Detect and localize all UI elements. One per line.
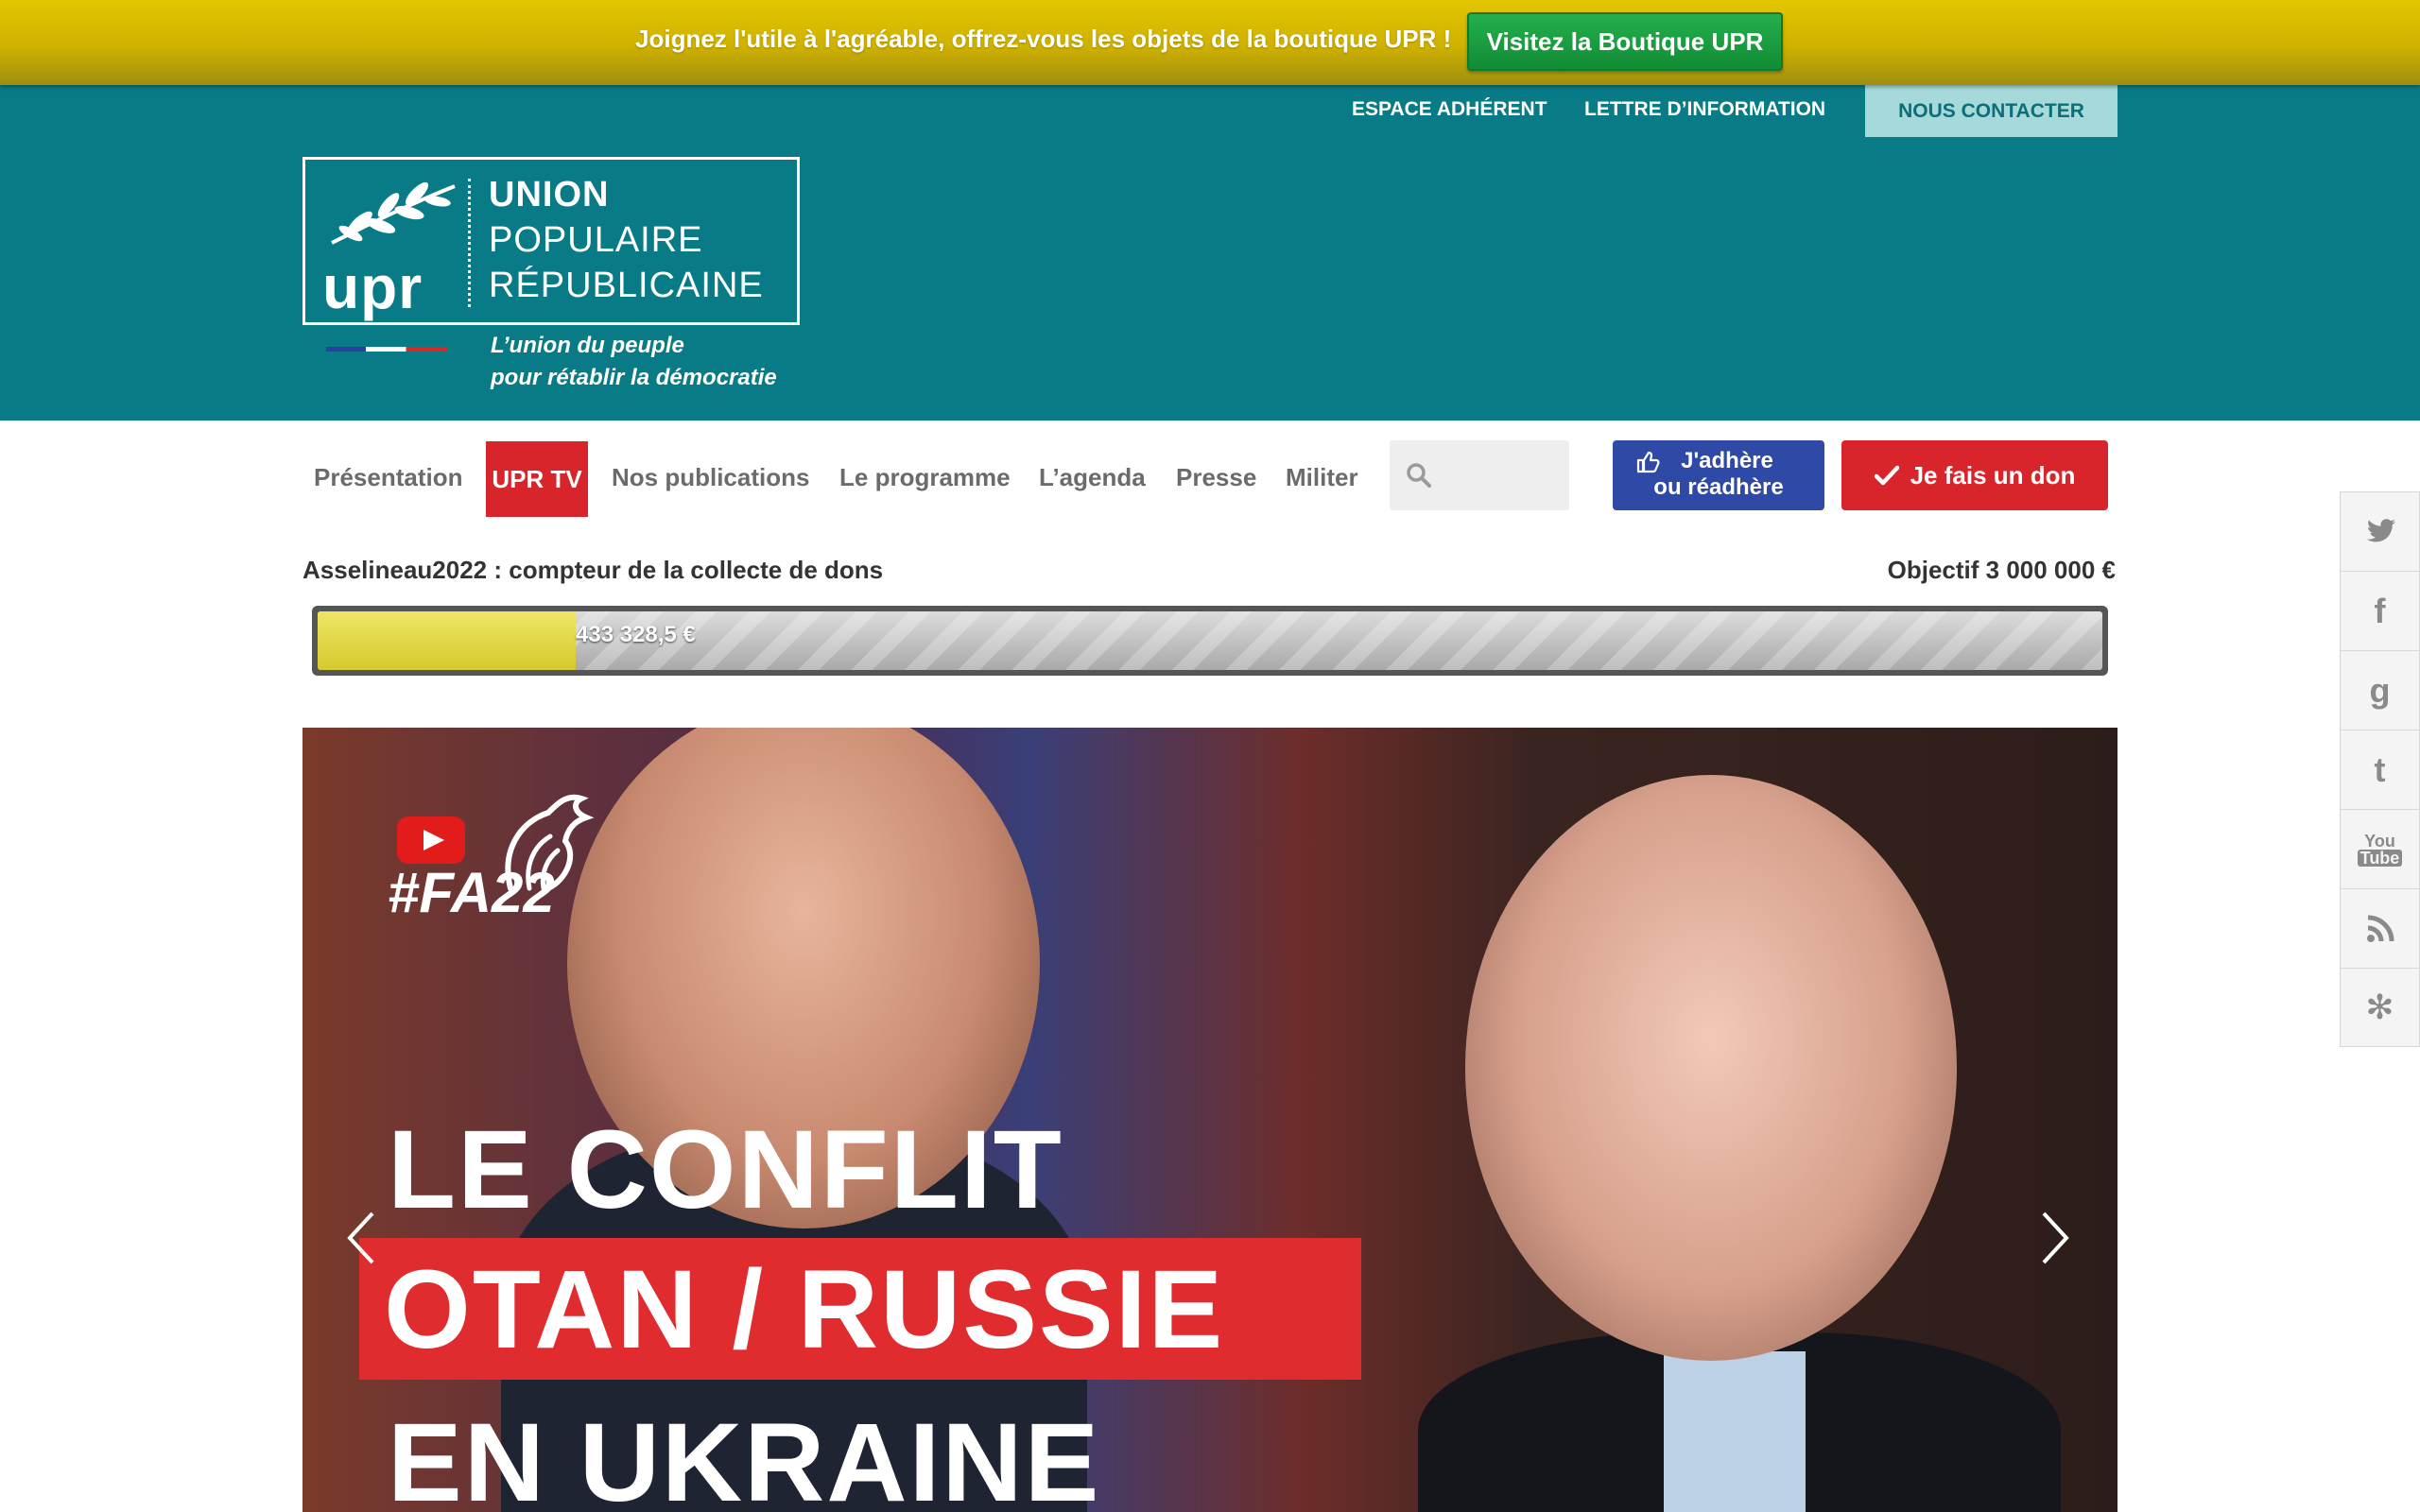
donation-progress-bar: 433 328,5 €	[312, 606, 2108, 676]
yelp-icon[interactable]: ✻	[2340, 968, 2420, 1047]
slogan-line-2: pour rétablir la démocratie	[491, 365, 777, 390]
search-input[interactable]	[1439, 457, 1564, 495]
site-logo[interactable]: upr UNION POPULAIRE RÉPUBLICAINE	[302, 157, 800, 325]
slide-headline-3: EN UKRAINE	[388, 1400, 1101, 1512]
slide-headline-2: OTAN / RUSSIE	[384, 1247, 1225, 1372]
logo-line-1: UNION	[489, 175, 610, 215]
logo-abbreviation: upr	[322, 253, 424, 321]
facebook-glyph: f	[2374, 591, 2386, 630]
join-button[interactable]: J'adhère ou réadhère	[1613, 440, 1824, 510]
contact-button[interactable]: NOUS CONTACTER	[1865, 85, 2118, 137]
person-right-shirt	[1664, 1351, 1806, 1512]
nav-agenda[interactable]: L’agenda	[1039, 463, 1146, 492]
nav-publications[interactable]: Nos publications	[612, 463, 809, 492]
nav-militer[interactable]: Militer	[1286, 463, 1358, 492]
youtube-icon[interactable]: You Tube	[2340, 809, 2420, 888]
promo-bar: Joignez l'utile à l'agréable, offrez-vou…	[0, 0, 2420, 85]
search-box[interactable]	[1390, 440, 1569, 510]
thumbs-up-icon	[1636, 451, 1660, 473]
logo-line-3: RÉPUBLICAINE	[489, 266, 764, 305]
join-button-line-2: ou réadhère	[1653, 474, 1784, 500]
slide-headline-1: LE CONFLIT	[388, 1108, 1063, 1232]
social-sidebar: f g t You Tube ✻	[2340, 491, 2420, 1047]
twitter-icon[interactable]	[2340, 491, 2420, 571]
rooster-icon	[505, 794, 595, 891]
visit-shop-button[interactable]: Visitez la Boutique UPR	[1467, 12, 1783, 71]
donation-counter-label: Asselineau2022 : compteur de la collecte…	[302, 556, 884, 584]
featured-slider[interactable]: #FA22 LE CONFLIT OTAN / RUSSIE EN UKRAIN…	[302, 728, 2118, 1512]
donate-button[interactable]: Je fais un don	[1841, 440, 2108, 510]
tumblr-glyph: t	[2374, 749, 2386, 789]
tumblr-icon[interactable]: t	[2340, 730, 2420, 809]
search-icon	[1407, 463, 1431, 488]
google-glyph: g	[2369, 670, 2391, 710]
rss-icon[interactable]	[2340, 888, 2420, 968]
tricolor-line	[326, 347, 447, 352]
promo-text: Joignez l'utile à l'agréable, offrez-vou…	[635, 25, 1452, 53]
youtube-tube-mark: Tube	[2357, 849, 2403, 867]
donate-button-label: Je fais un don	[1910, 460, 2076, 490]
nav-programme[interactable]: Le programme	[839, 463, 1011, 492]
person-right-face	[1465, 775, 1957, 1361]
youtube-icon	[397, 816, 465, 864]
nav-upr-tv[interactable]: UPR TV	[486, 441, 588, 517]
facebook-icon[interactable]: f	[2340, 571, 2420, 650]
member-area-link[interactable]: ESPACE ADHÉRENT	[1352, 98, 1547, 121]
logo-separator	[468, 179, 471, 307]
slogan-line-1: L’union du peuple	[491, 333, 684, 358]
progress-fill	[318, 611, 576, 670]
olive-branch-icon	[331, 181, 456, 245]
logo-line-2: POPULAIRE	[489, 220, 703, 260]
donation-goal: Objectif 3 000 000 €	[1887, 556, 2116, 584]
youtube-glyph: You	[2364, 831, 2395, 850]
slider-next-arrow[interactable]	[2038, 1210, 2072, 1266]
checkmark-icon	[1874, 465, 1899, 486]
newsletter-link[interactable]: LETTRE D’INFORMATION	[1584, 98, 1825, 121]
nav-presentation[interactable]: Présentation	[314, 463, 463, 492]
nav-presse[interactable]: Presse	[1176, 463, 1256, 492]
slider-prev-arrow[interactable]	[344, 1210, 378, 1266]
donation-amount: 433 328,5 €	[576, 622, 696, 647]
yelp-glyph: ✻	[2365, 988, 2394, 1026]
google-icon[interactable]: g	[2340, 650, 2420, 730]
